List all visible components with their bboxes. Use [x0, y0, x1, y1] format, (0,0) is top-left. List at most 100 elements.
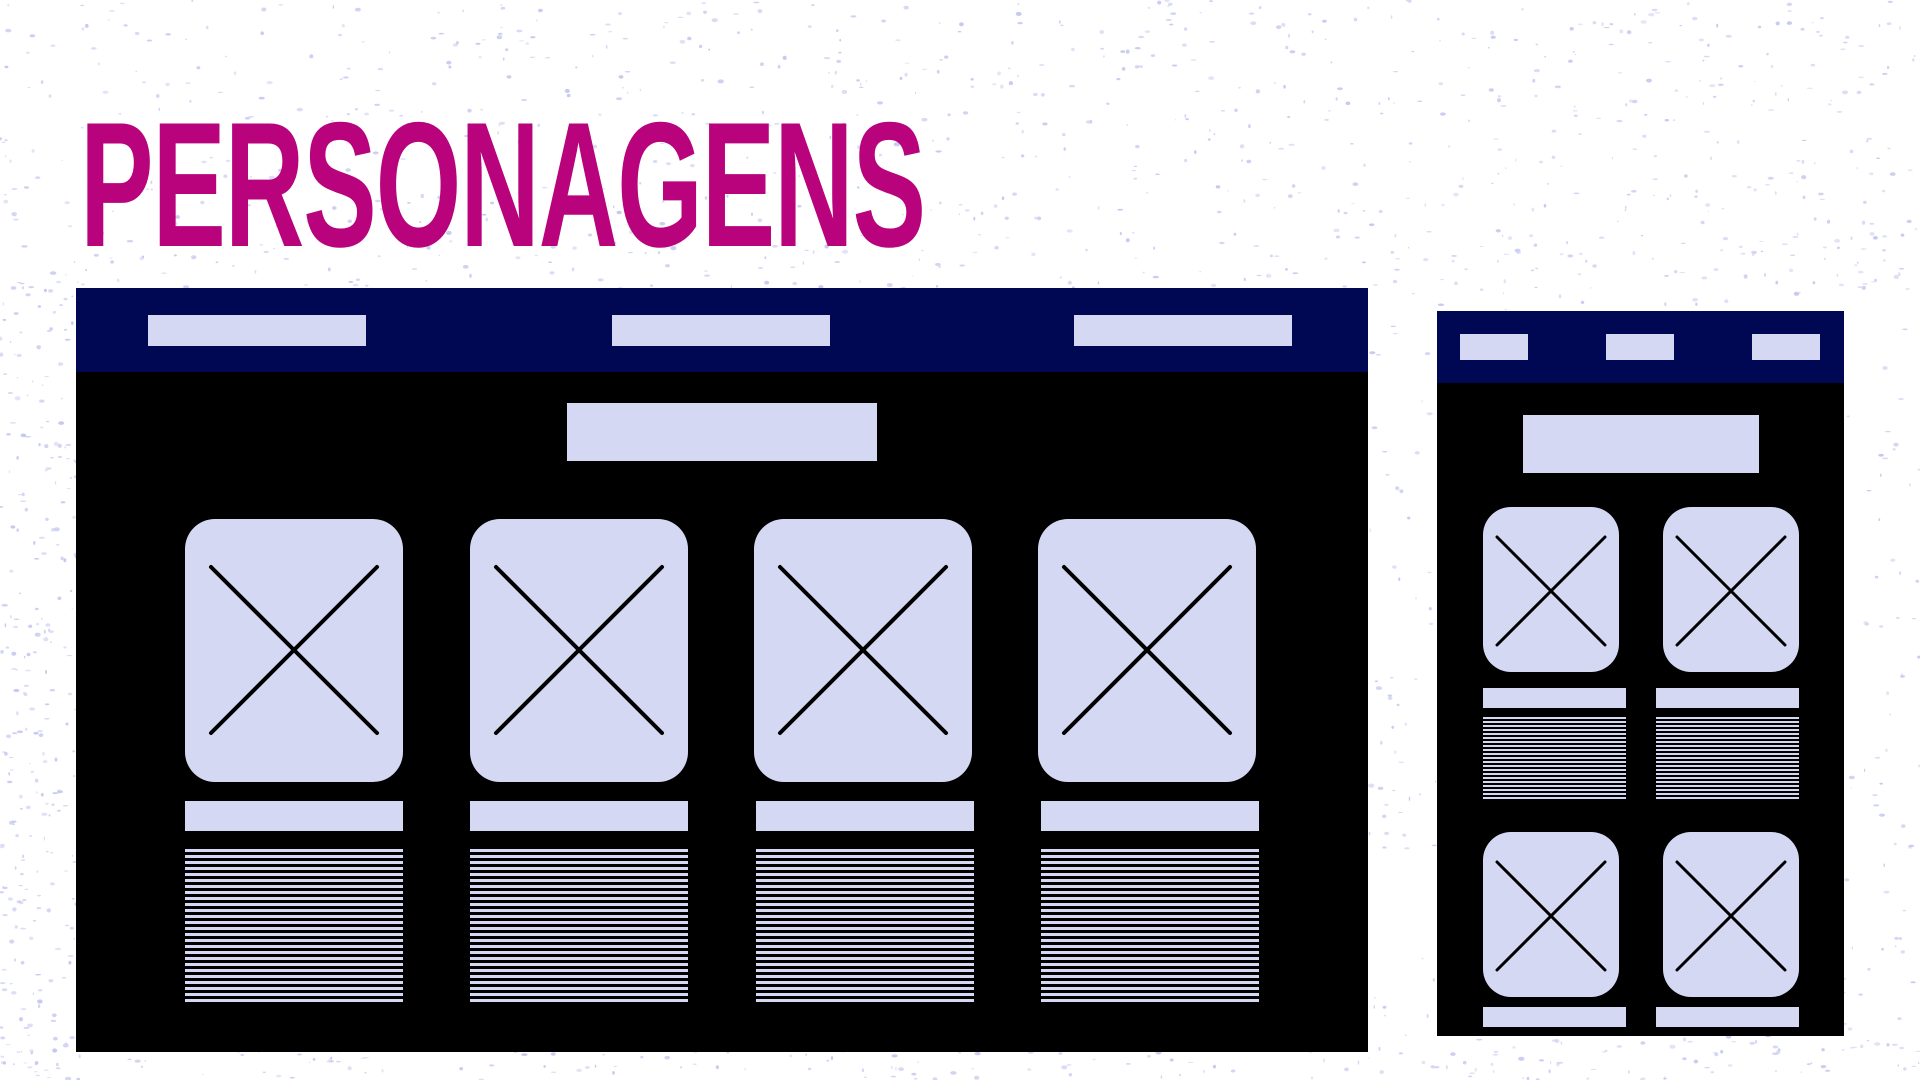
- desktop-nav-item-placeholder: [148, 315, 366, 346]
- speckle-dot: [2, 302, 4, 306]
- desktop-card-image-placeholder: [470, 519, 688, 782]
- speckle-dot: [811, 4, 815, 6]
- speckle-dot: [1760, 250, 1764, 253]
- speckle-dot: [1893, 274, 1900, 280]
- speckle-dot: [1438, 82, 1444, 86]
- desktop-wireframe: [76, 288, 1368, 1052]
- speckle-dot: [489, 1064, 495, 1067]
- speckle-dot: [1490, 182, 1494, 184]
- speckle-dot: [1843, 1023, 1847, 1025]
- desktop-nav-item-placeholder: [1074, 315, 1292, 346]
- speckle-dot: [1276, 25, 1282, 29]
- speckle-dot: [1424, 203, 1427, 207]
- speckle-dot: [326, 1060, 333, 1063]
- speckle-dot: [1560, 1041, 1563, 1045]
- speckle-dot: [1912, 58, 1915, 62]
- speckle-dot: [1624, 208, 1627, 212]
- speckle-dot: [1033, 92, 1038, 97]
- speckle-dot: [1573, 192, 1580, 195]
- speckle-dot: [499, 4, 503, 6]
- speckle-dot: [32, 651, 37, 654]
- speckle-dot: [452, 43, 458, 47]
- speckle-dot: [22, 692, 27, 695]
- speckle-dot: [1891, 1043, 1898, 1046]
- speckle-dot: [1311, 1076, 1313, 1080]
- speckle-dot: [1453, 192, 1459, 197]
- speckle-dot: [1036, 216, 1042, 221]
- speckle-dot: [1142, 271, 1145, 274]
- speckle-dot: [1327, 110, 1332, 112]
- speckle-dot: [1663, 1076, 1666, 1080]
- speckle-dot: [1421, 958, 1424, 960]
- speckle-dot: [1646, 78, 1652, 83]
- speckle-dot: [53, 441, 59, 447]
- speckle-dot: [36, 870, 38, 873]
- speckle-dot: [1546, 183, 1549, 185]
- speckle-dot: [1885, 748, 1888, 752]
- speckle-dot: [1234, 108, 1238, 113]
- speckle-dot: [1059, 276, 1062, 279]
- speckle-dot: [1437, 303, 1445, 307]
- speckle-dot: [26, 805, 31, 810]
- speckle-dot: [1001, 156, 1005, 159]
- speckle-dot: [1283, 84, 1286, 89]
- speckle-dot: [478, 56, 482, 59]
- speckle-dot: [1652, 194, 1656, 197]
- speckle-dot: [66, 488, 71, 490]
- speckle-dot: [1374, 680, 1378, 683]
- speckle-dot: [1631, 190, 1637, 193]
- speckle-dot: [63, 328, 68, 331]
- speckle-dot: [1810, 63, 1816, 67]
- speckle-dot: [1692, 16, 1698, 21]
- speckle-dot: [805, 1053, 808, 1056]
- speckle-dot: [42, 760, 48, 763]
- speckle-dot: [1451, 259, 1455, 263]
- speckle-dot: [4, 155, 7, 158]
- speckle-dot: [146, 39, 153, 42]
- speckle-dot: [1497, 148, 1502, 152]
- speckle-dot: [1184, 27, 1188, 31]
- speckle-dot: [1695, 189, 1698, 193]
- speckle-dot: [1738, 245, 1743, 248]
- speckle-dot: [1765, 184, 1770, 186]
- speckle-dot: [1335, 97, 1338, 101]
- speckle-dot: [950, 1071, 957, 1075]
- speckle-dot: [1707, 210, 1709, 213]
- speckle-dot: [1548, 1069, 1551, 1074]
- speckle-dot: [1363, 163, 1366, 167]
- speckle-dot: [1269, 254, 1273, 258]
- speckle-dot: [309, 54, 314, 59]
- speckle-dot: [23, 684, 29, 687]
- speckle-dot: [980, 211, 984, 215]
- speckle-dot: [65, 443, 72, 447]
- speckle-dot: [1800, 1071, 1803, 1073]
- speckle-dot: [1554, 85, 1561, 89]
- speckle-dot: [312, 1058, 316, 1061]
- speckle-dot: [1179, 1073, 1181, 1077]
- speckle-dot: [1757, 25, 1762, 29]
- speckle-dot: [49, 689, 56, 692]
- speckle-dot: [605, 44, 608, 49]
- speckle-dot: [1858, 993, 1863, 996]
- speckle-dot: [1827, 219, 1831, 224]
- speckle-dot: [144, 1060, 146, 1062]
- speckle-dot: [1487, 46, 1490, 49]
- speckle-dot: [1799, 291, 1801, 294]
- speckle-dot: [71, 854, 73, 857]
- speckle-dot: [506, 75, 512, 79]
- speckle-dot: [1539, 1059, 1544, 1062]
- mobile-nav-item-placeholder: [1460, 334, 1528, 360]
- speckle-dot: [1911, 1065, 1917, 1067]
- speckle-dot: [57, 443, 62, 448]
- speckle-dot: [1440, 112, 1446, 116]
- speckle-dot: [551, 1071, 557, 1073]
- speckle-dot: [1725, 35, 1732, 38]
- speckle-dot: [1208, 129, 1211, 132]
- speckle-dot: [22, 899, 27, 901]
- speckle-dot: [529, 56, 536, 58]
- speckle-dot: [108, 19, 110, 21]
- speckle-dot: [1732, 175, 1737, 178]
- speckle-dot: [85, 23, 89, 28]
- speckle-dot: [36, 345, 41, 350]
- speckle-dot: [1274, 255, 1280, 257]
